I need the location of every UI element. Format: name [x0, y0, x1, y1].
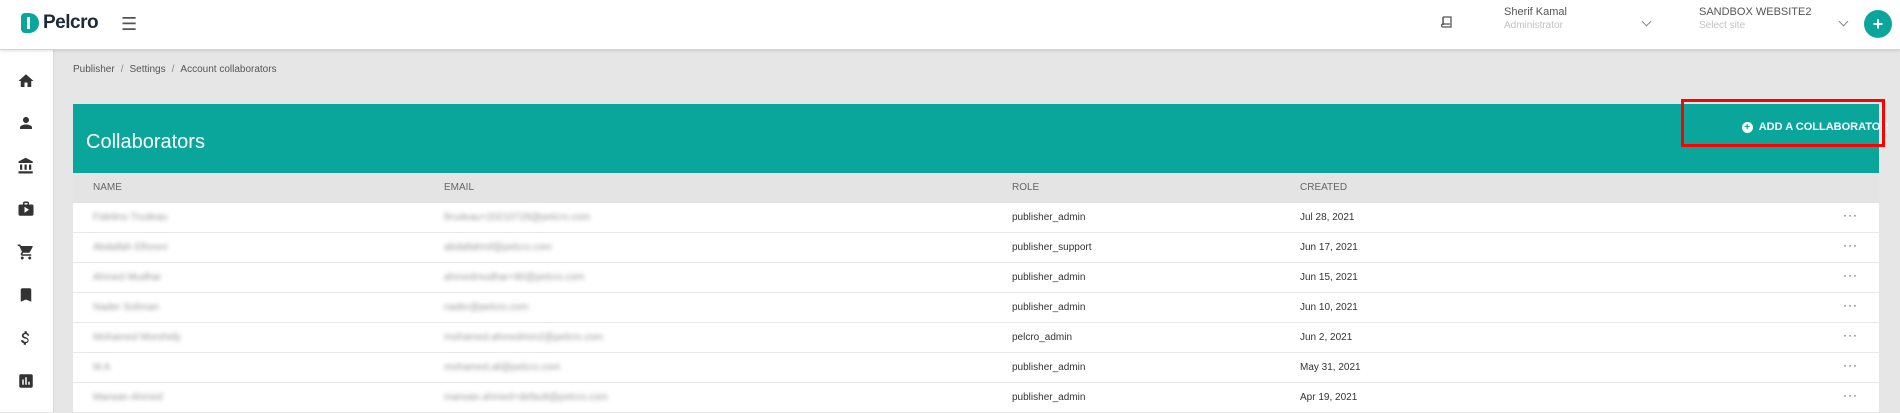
cell-name: Abdallah Elhosni	[93, 242, 168, 253]
more-options-icon[interactable]: ···	[1843, 388, 1858, 402]
dollar-icon	[20, 331, 30, 345]
more-options-icon[interactable]: ···	[1843, 268, 1858, 282]
more-options-icon[interactable]: ···	[1843, 298, 1858, 312]
add-circle-icon: +	[1741, 121, 1753, 133]
cell-email: ahmedmudhar+80@pelcro.com	[444, 272, 585, 283]
person-icon	[20, 117, 32, 129]
site-name: SANDBOX WEBSITE2	[1699, 6, 1812, 18]
sidebar-item-payments[interactable]	[15, 327, 37, 349]
sidebar-item-users[interactable]	[15, 112, 37, 134]
breadcrumb-separator: /	[120, 64, 124, 75]
more-options-icon[interactable]: ···	[1843, 238, 1858, 252]
cell-role: publisher_admin	[1012, 392, 1086, 403]
table-row[interactable]: Nader Soliman nader@pelcro.com publisher_a…	[73, 293, 1879, 323]
cell-created: Jul 28, 2021	[1300, 212, 1355, 223]
cell-created: Jun 17, 2021	[1300, 242, 1358, 253]
cell-email: ftrudeau+20210728@pelcro.com	[444, 212, 591, 223]
page-title: Collaborators	[86, 131, 205, 153]
table-body: Fidelino Trudeau ftrudeau+20210728@pelcro…	[73, 203, 1879, 413]
cell-role: publisher_admin	[1012, 212, 1086, 223]
cart-icon	[17, 244, 33, 260]
sidebar-item-home[interactable]	[15, 70, 37, 92]
add-collaborator-label: ADD A COLLABORATOR	[1758, 121, 1889, 133]
cell-name: M A	[93, 362, 111, 373]
cell-name: Marwan Ahmed	[93, 392, 163, 403]
table-row[interactable]: M A mohamed.ali@pelcro.com publisher_admin…	[73, 353, 1879, 383]
cell-email: marwan.ahmed+default@pelcro.com	[444, 392, 608, 403]
sidebar	[0, 50, 54, 412]
table-row[interactable]: Ahmed Mudhar ahmedmudhar+80@pelcro.com pub…	[73, 263, 1879, 293]
add-collaborator-button[interactable]: + ADD A COLLABORATOR	[1715, 104, 1900, 150]
cell-name: Nader Soliman	[93, 302, 160, 313]
sidebar-item-reports[interactable]	[15, 370, 37, 392]
more-options-icon[interactable]: ···	[1843, 358, 1858, 372]
product-icon	[18, 201, 34, 216]
breadcrumb-current: Account collaborators	[180, 64, 277, 75]
cell-email: nader@pelcro.com	[444, 302, 529, 313]
home-icon	[18, 74, 34, 87]
cell-role: pelcro_admin	[1012, 332, 1073, 343]
pelcro-logo-mark	[21, 13, 39, 33]
column-header-email[interactable]: EMAIL	[444, 182, 474, 193]
cell-email: mohamed.ahmedmm2@pelcro.com	[444, 332, 604, 343]
site-selector[interactable]: SANDBOX WEBSITE2 Select site	[1699, 6, 1849, 38]
table-row[interactable]: Mohamed Morshidy mohamed.ahmedmm2@pelcro.…	[73, 323, 1879, 353]
sidebar-item-bank[interactable]	[15, 155, 37, 177]
column-header-name[interactable]: NAME	[93, 182, 122, 193]
create-button[interactable]: +	[1864, 10, 1892, 38]
cell-role: publisher_admin	[1012, 272, 1086, 283]
site-placeholder: Select site	[1699, 20, 1746, 31]
cell-created: May 31, 2021	[1300, 362, 1361, 373]
hamburger-menu-icon[interactable]: ☰	[121, 14, 137, 35]
cell-role: publisher_admin	[1012, 362, 1086, 373]
pelcro-logo[interactable]: Pelcro	[21, 12, 99, 34]
cell-name: Ahmed Mudhar	[93, 272, 162, 283]
user-role: Administrator	[1504, 20, 1563, 31]
cell-email: mohamed.ali@pelcro.com	[444, 362, 561, 373]
sidebar-item-orders[interactable]	[15, 241, 37, 263]
cell-created: Jun 15, 2021	[1300, 272, 1358, 283]
breadcrumb-settings[interactable]: Settings	[129, 64, 165, 75]
cell-name: Fidelino Trudeau	[93, 212, 168, 223]
book-icon[interactable]	[1441, 16, 1452, 29]
logo-text: Pelcro	[43, 12, 99, 33]
cell-role: publisher_support	[1012, 242, 1092, 253]
table-row[interactable]: Marwan Ahmed marwan.ahmed+default@pelcro.…	[73, 383, 1879, 413]
sidebar-item-bookmarks[interactable]	[15, 284, 37, 306]
top-bar: Pelcro ☰ Sherif Kamal Administrator SAND…	[0, 0, 1900, 50]
breadcrumb-publisher[interactable]: Publisher	[73, 64, 115, 75]
table-row[interactable]: Fidelino Trudeau ftrudeau+20210728@pelcro…	[73, 203, 1879, 233]
report-icon	[19, 374, 33, 388]
cell-created: Apr 19, 2021	[1300, 392, 1358, 403]
collaborators-card: Collaborators + ADD A COLLABORATOR NAME …	[73, 104, 1888, 413]
more-options-icon[interactable]: ···	[1843, 208, 1858, 222]
table-row[interactable]: Abdallah Elhosni abdallahrsf@pelcro.com pu…	[73, 233, 1879, 263]
sidebar-item-products[interactable]	[15, 198, 37, 220]
cell-email: abdallahrsf@pelcro.com	[444, 242, 552, 253]
cell-name: Mohamed Morshidy	[93, 332, 181, 343]
cell-role: publisher_admin	[1012, 302, 1086, 313]
breadcrumb-separator: /	[171, 64, 175, 75]
user-menu[interactable]: Sherif Kamal Administrator	[1504, 6, 1652, 38]
breadcrumb: Publisher / Settings / Account collaborators	[73, 64, 277, 75]
column-header-created[interactable]: CREATED	[1300, 182, 1347, 193]
column-header-role[interactable]: ROLE	[1012, 182, 1039, 193]
bank-icon	[18, 157, 33, 174]
table-header: NAME EMAIL ROLE CREATED	[73, 173, 1879, 203]
cell-created: Jun 10, 2021	[1300, 302, 1358, 313]
more-options-icon[interactable]: ···	[1843, 328, 1858, 342]
user-name: Sherif Kamal	[1504, 6, 1567, 18]
cell-created: Jun 2, 2021	[1300, 332, 1353, 343]
card-header: Collaborators + ADD A COLLABORATOR	[73, 104, 1888, 173]
bookmark-icon	[20, 288, 32, 302]
